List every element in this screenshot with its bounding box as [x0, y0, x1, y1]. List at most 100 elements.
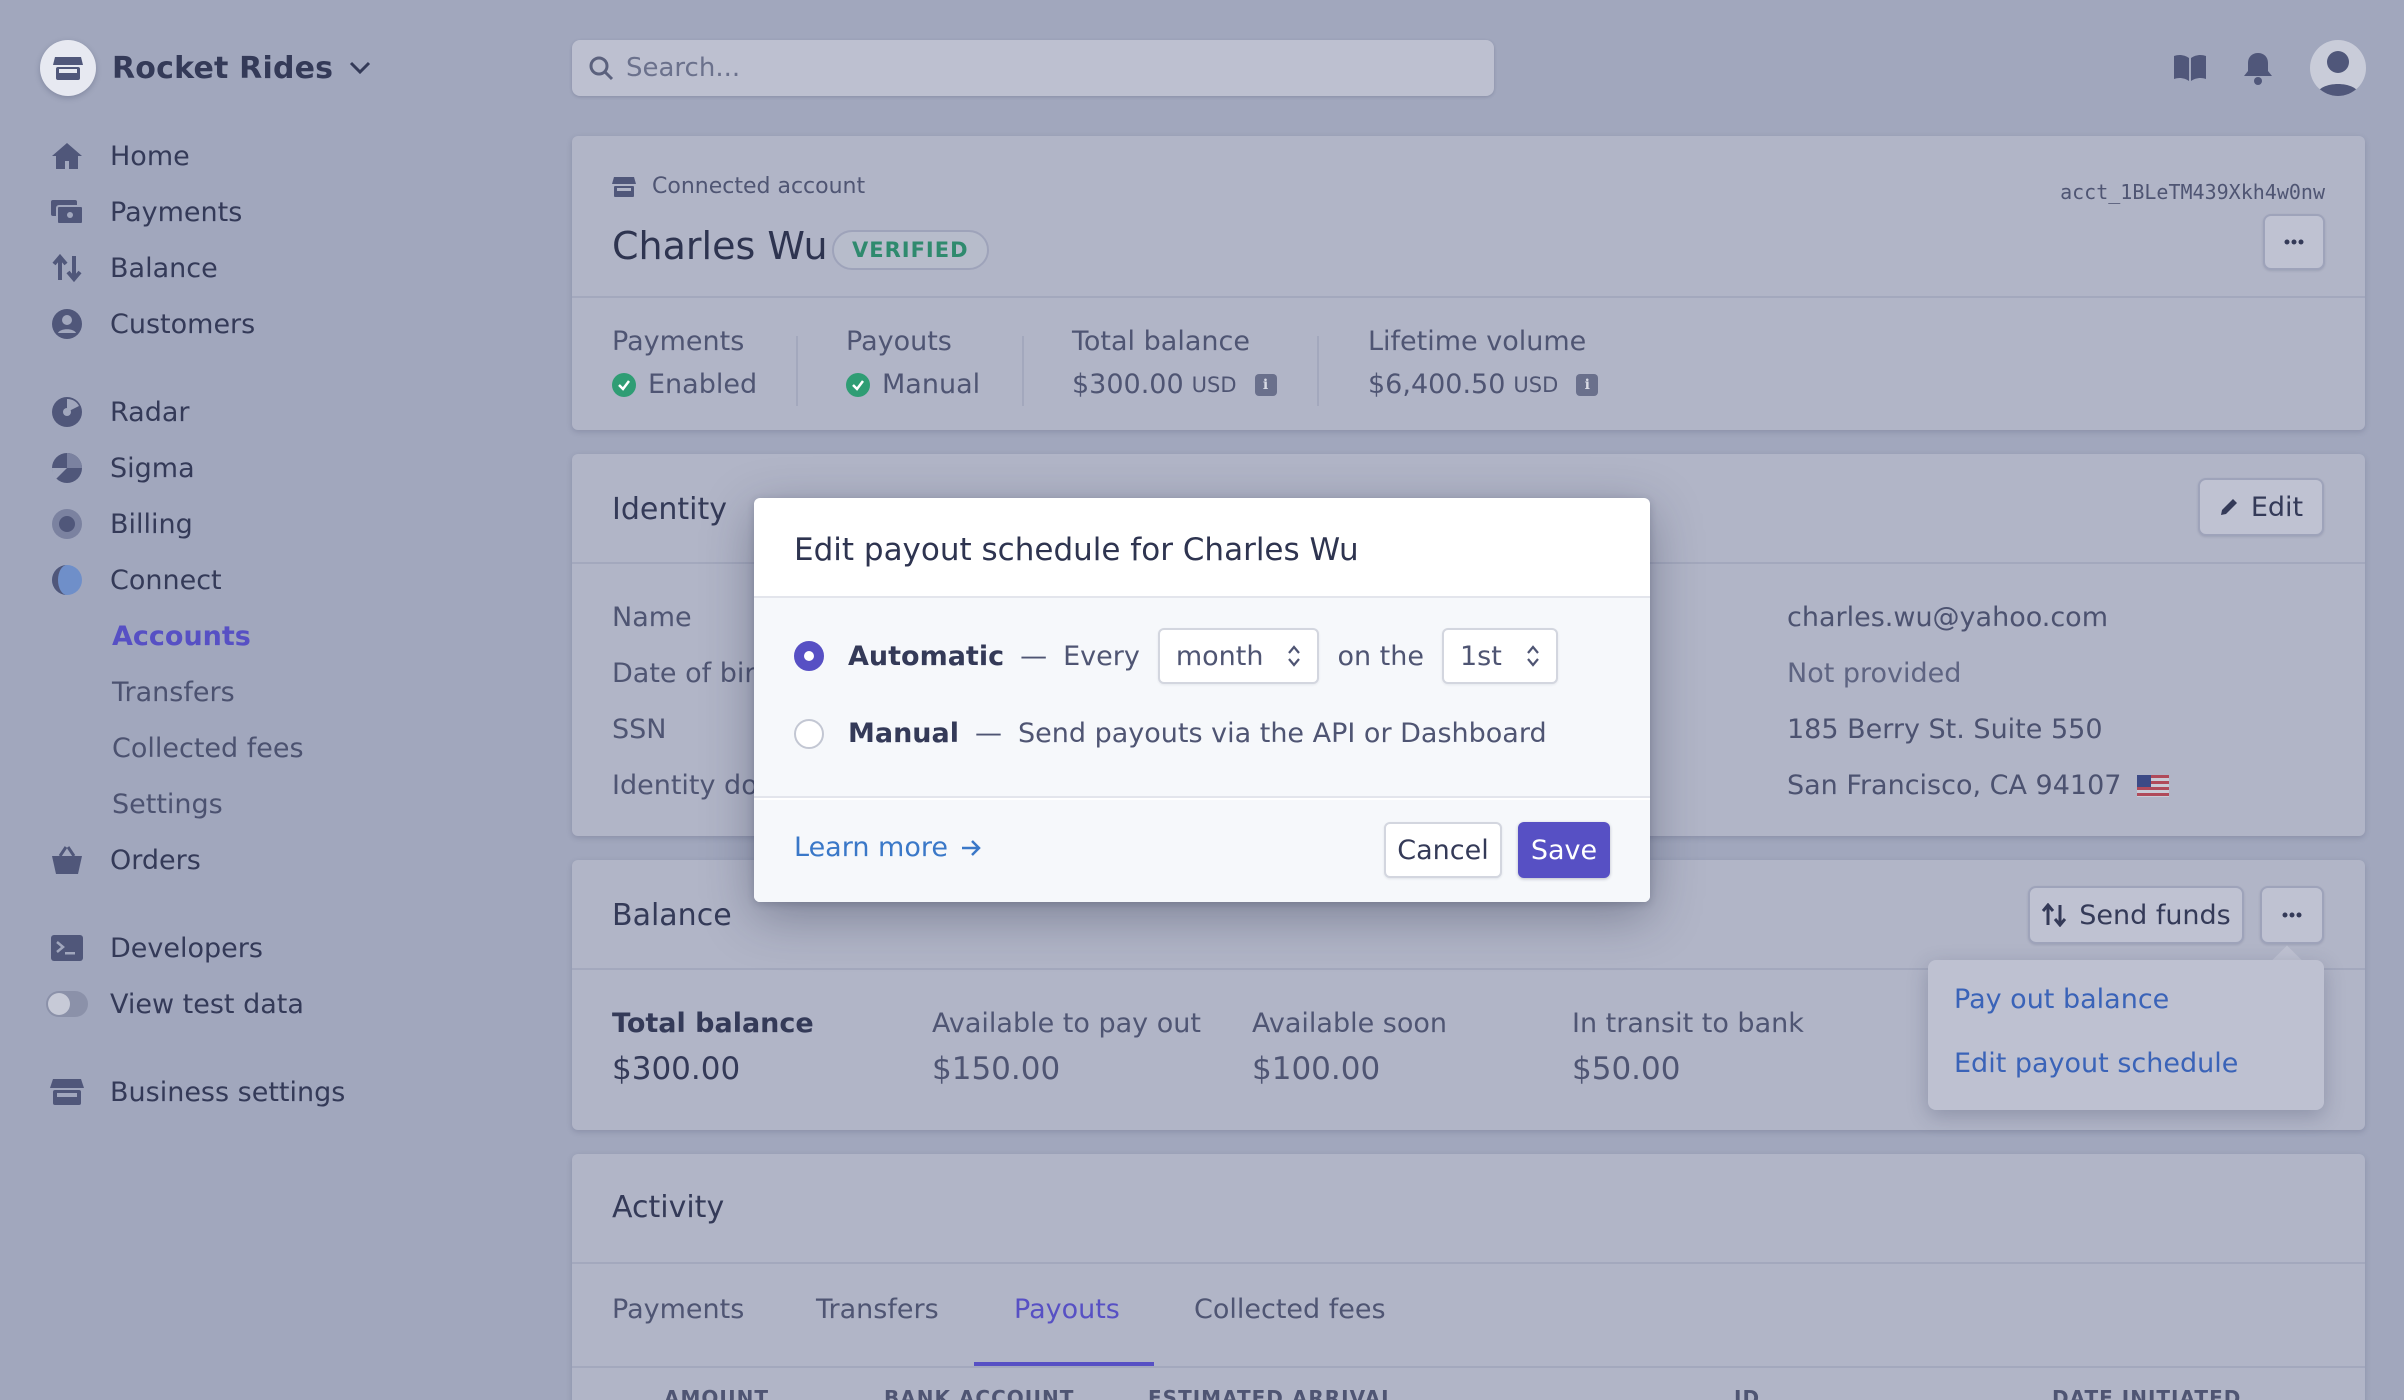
connected-account-label: Connected account — [612, 174, 865, 199]
divider — [572, 296, 2365, 298]
account-id: acct_1BLeTM439Xkh4w0nw — [2060, 180, 2325, 204]
sidebar-item-label: Billing — [110, 508, 193, 540]
sidebar-item-label: Connect — [110, 564, 222, 596]
sidebar-item-label: Home — [110, 140, 190, 172]
column-header: ID — [1734, 1386, 1761, 1400]
manual-description: Send payouts via the API or Dashboard — [1018, 718, 1547, 749]
day-select[interactable]: 1st — [1442, 628, 1558, 684]
sidebar-item-label: Orders — [110, 844, 201, 876]
identity-edit-button[interactable]: Edit — [2198, 478, 2324, 536]
menu-item-pay-out-balance[interactable]: Pay out balance — [1954, 984, 2169, 1015]
payments-icon — [46, 192, 88, 232]
check-circle-icon — [846, 372, 870, 397]
sidebar-subitem-transfers[interactable]: Transfers — [112, 672, 235, 712]
sidebar-item-payments[interactable]: Payments — [46, 192, 242, 232]
balance-icon — [46, 248, 88, 288]
sidebar-subitem-accounts[interactable]: Accounts — [112, 616, 251, 656]
terminal-icon — [46, 928, 88, 968]
divider — [572, 1366, 2365, 1368]
identity-address-line1: 185 Berry St. Suite 550 — [1787, 714, 2103, 745]
status-badge: VERIFIED — [832, 230, 989, 270]
store-icon — [46, 1072, 88, 1112]
edit-payout-schedule-modal: Edit payout schedule for Charles Wu Auto… — [754, 498, 1650, 902]
sidebar-item-business-settings[interactable]: Business settings — [46, 1072, 345, 1112]
balance-actions-menu: Pay out balance Edit payout schedule — [1928, 960, 2324, 1110]
sidebar-item-radar[interactable]: Radar — [46, 392, 190, 432]
avatar[interactable] — [2310, 40, 2366, 96]
automatic-label: Automatic — [848, 640, 1005, 672]
sidebar-item-home[interactable]: Home — [46, 136, 190, 176]
activity-title: Activity — [612, 1190, 725, 1225]
identity-email: charles.wu@yahoo.com — [1787, 602, 2109, 633]
sidebar-item-sigma[interactable]: Sigma — [46, 448, 195, 488]
automatic-option: Automatic — Every month on the 1st — [794, 628, 1558, 684]
tab-collected-fees[interactable]: Collected fees — [1194, 1294, 1386, 1325]
modal-header: Edit payout schedule for Charles Wu — [754, 498, 1650, 598]
divider — [1022, 336, 1024, 406]
sidebar-item-developers[interactable]: Developers — [46, 928, 263, 968]
search-input[interactable] — [626, 53, 1446, 83]
sidebar-item-balance[interactable]: Balance — [46, 248, 218, 288]
divider — [572, 1262, 2365, 1264]
radar-icon — [46, 392, 88, 432]
sidebar-subitem-collected-fees[interactable]: Collected fees — [112, 728, 304, 768]
sidebar-item-label: Payments — [110, 196, 243, 228]
tab-transfers[interactable]: Transfers — [816, 1294, 939, 1325]
learn-more-link[interactable]: Learn more — [794, 832, 982, 863]
orders-icon — [46, 840, 88, 880]
sidebar-item-connect[interactable]: Connect — [46, 560, 222, 600]
on-the-label: on the — [1337, 640, 1424, 672]
stat-total-balance: Total balance $300.00 USD i — [1072, 326, 1277, 400]
sidebar-subitem-settings[interactable]: Settings — [112, 784, 223, 824]
sidebar-item-label: Developers — [110, 932, 263, 964]
stat-lifetime-volume: Lifetime volume $6,400.50 USD i — [1368, 326, 1599, 400]
send-funds-button[interactable]: Send funds — [2028, 886, 2244, 944]
manual-option: Manual — Send payouts via the API or Das… — [794, 718, 1547, 749]
account-header-card: Connected account acct_1BLeTM439Xkh4w0nw… — [572, 136, 2365, 430]
search-bar[interactable] — [572, 40, 1494, 96]
manual-radio[interactable] — [794, 718, 824, 749]
identity-label: Name — [612, 602, 692, 633]
chevron-up-down-icon — [1526, 644, 1540, 668]
account-more-button[interactable] — [2263, 214, 2325, 270]
interval-select[interactable]: month — [1157, 628, 1320, 684]
info-icon[interactable]: i — [1576, 373, 1599, 396]
chevron-up-down-icon — [1287, 644, 1301, 668]
save-button[interactable]: Save — [1518, 822, 1610, 878]
modal-footer: Learn more Cancel Save — [754, 800, 1650, 902]
swap-arrows-icon — [2041, 903, 2067, 927]
cancel-button[interactable]: Cancel — [1384, 822, 1502, 878]
stat-payouts: Payouts Manual — [846, 326, 981, 400]
menu-item-edit-payout-schedule[interactable]: Edit payout schedule — [1954, 1048, 2238, 1079]
docs-book-icon[interactable] — [2166, 44, 2214, 92]
view-test-data-toggle[interactable]: View test data — [46, 984, 304, 1024]
column-header: AMOUNT — [664, 1386, 770, 1400]
search-icon — [588, 55, 614, 81]
account-name: Charles Wu — [612, 224, 828, 268]
sidebar-item-billing[interactable]: Billing — [46, 504, 193, 544]
balance-more-button[interactable] — [2260, 886, 2324, 944]
connect-icon — [46, 560, 88, 600]
tab-payouts[interactable]: Payouts — [1014, 1294, 1120, 1325]
balance-in-transit: In transit to bank $50.00 — [1572, 1008, 1804, 1087]
check-circle-icon — [612, 372, 636, 397]
column-header: BANK ACCOUNT — [884, 1386, 1075, 1400]
identity-label: SSN — [612, 714, 667, 745]
customers-icon — [46, 304, 88, 344]
sidebar-item-orders[interactable]: Orders — [46, 840, 201, 880]
sidebar-item-customers[interactable]: Customers — [46, 304, 255, 344]
sidebar-item-label: Sigma — [110, 452, 195, 484]
arrow-right-icon — [960, 838, 982, 858]
identity-dob: Not provided — [1787, 658, 1962, 689]
tab-payments[interactable]: Payments — [612, 1294, 744, 1325]
bell-icon[interactable] — [2234, 44, 2282, 92]
modal-body: Automatic — Every month on the 1st Manua… — [754, 598, 1650, 798]
automatic-radio[interactable] — [794, 641, 824, 671]
toggle-switch[interactable] — [46, 984, 88, 1024]
identity-address-line2: San Francisco, CA 94107 — [1787, 770, 2170, 801]
billing-icon — [46, 504, 88, 544]
sidebar-nav: Home Payments Balance Customers Radar Si… — [46, 0, 516, 1400]
us-flag-icon — [2137, 774, 2170, 797]
info-icon[interactable]: i — [1254, 373, 1277, 396]
divider — [796, 336, 798, 406]
